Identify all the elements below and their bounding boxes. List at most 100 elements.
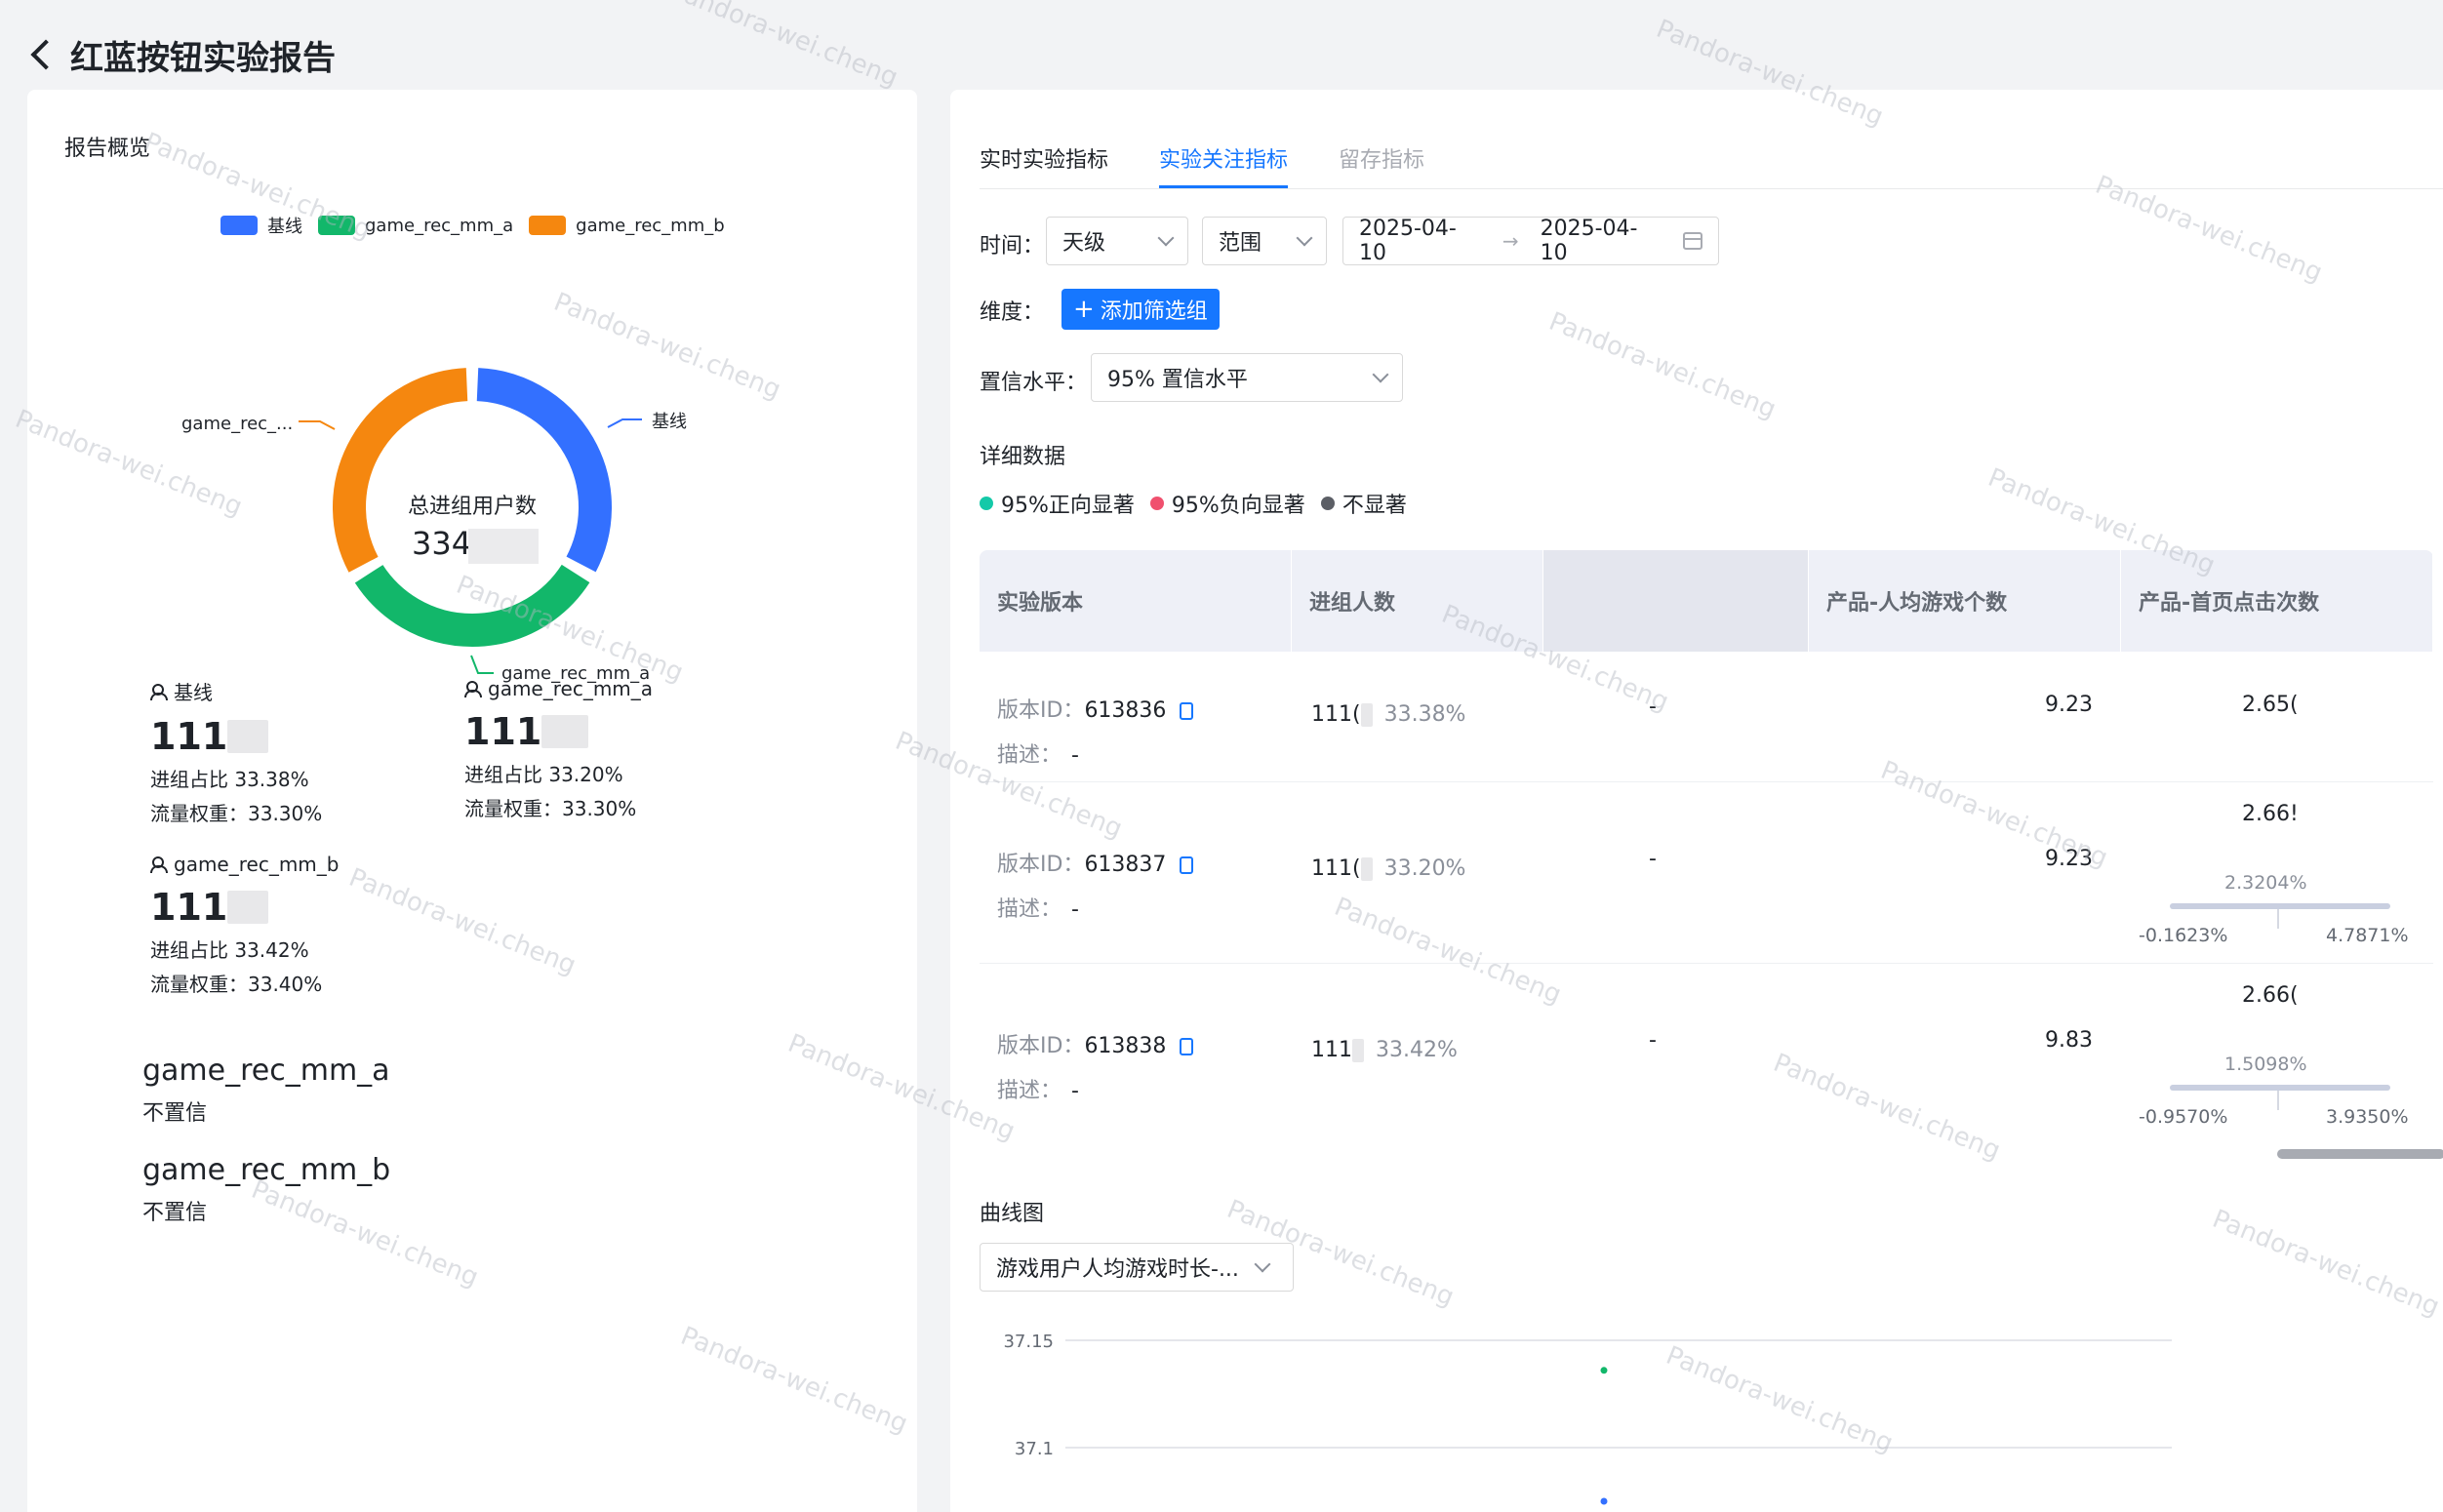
dot-icon — [1149, 497, 1164, 510]
col-redacted — [1543, 550, 1809, 652]
group-count: 111 — [464, 710, 542, 753]
legend-positive: 95%正向显著 — [980, 488, 1135, 519]
table-horizontal-scrollbar[interactable] — [2277, 1149, 2443, 1159]
arrow-right-icon: → — [1502, 229, 1519, 253]
copy-icon[interactable] — [1180, 856, 1194, 874]
redacted-block — [1360, 703, 1373, 727]
watermark: Pandora-wei.cheng — [666, 0, 902, 94]
group-weight: 流量权重：33.40% — [150, 973, 323, 996]
users-value: 111 — [1311, 1038, 1352, 1062]
back-arrow-icon[interactable] — [30, 39, 61, 70]
metric-select[interactable]: 游戏用户人均游戏时长-... — [980, 1243, 1294, 1292]
version-prefix: 版本ID： — [997, 853, 1085, 877]
legend-item-group-b[interactable]: game_rec_mm_b — [529, 213, 725, 238]
table-row: 版本ID：613837 描述： - 111(33.20% - 9.23 2.66!… — [980, 782, 2433, 964]
donut-chart: game_rec_... 基线 game_rec_mm_a 总进组用户数 334 — [181, 368, 687, 684]
table-header: 实验版本 进组人数 产品-人均游戏个数 产品-首页点击次数 — [980, 550, 2433, 652]
legend-item-group-a[interactable]: game_rec_mm_a — [318, 213, 513, 238]
confidence-status: 不置信 — [142, 1101, 208, 1126]
group-count: 111 — [150, 886, 228, 929]
version-desc: - — [1071, 897, 1079, 922]
time-label: 时间： — [980, 234, 1045, 259]
granularity-select[interactable]: 天级 — [1046, 217, 1188, 265]
games-cell: 9.83 — [1809, 964, 2121, 1147]
legend-item-baseline[interactable]: 基线 — [220, 213, 302, 238]
date-start[interactable]: 2025-04-10 — [1359, 217, 1481, 265]
label-line-b — [299, 420, 336, 430]
tab-realtime[interactable]: 实时实验指标 — [980, 142, 1108, 188]
donut-label-left: game_rec_... — [181, 414, 293, 434]
donut-legend: 基线 game_rec_mm_a game_rec_mm_b — [220, 213, 725, 238]
clicks-cell: 2.65( — [2121, 652, 2433, 781]
donut-label-right: 基线 — [652, 412, 687, 432]
chevron-down-icon — [1296, 229, 1313, 247]
date-range-picker[interactable]: 2025-04-10 → 2025-04-10 — [1342, 217, 1719, 265]
group-ratio: 进组占比 33.20% — [464, 763, 623, 786]
confidence-level-value: 95% 置信水平 — [1107, 368, 1248, 392]
user-group-icon — [150, 855, 168, 873]
curve-points — [1600, 1367, 1608, 1505]
copy-icon[interactable] — [1180, 1038, 1194, 1055]
user-group-icon — [150, 683, 168, 700]
group-ratio: 进组占比 33.38% — [150, 768, 309, 791]
version-cell: 版本ID：613836 描述： - — [980, 652, 1292, 781]
games-cell: 9.23 — [1809, 782, 2121, 963]
add-filter-button[interactable]: + 添加筛选组 — [1061, 289, 1220, 330]
group-card-baseline: 基线 111 进组占比 33.38% 流量权重：33.30% — [150, 677, 322, 826]
legend-label: 基线 — [267, 217, 302, 237]
legend-label: game_rec_mm_a — [365, 215, 514, 236]
group-weight: 流量权重：33.30% — [464, 797, 637, 820]
version-prefix: 版本ID： — [997, 1034, 1085, 1058]
col-home-clicks: 产品-首页点击次数 — [2121, 550, 2433, 652]
significance-legend: 95%正向显著 95%负向显著 不显著 — [980, 488, 1407, 519]
legend-label: 95%负向显著 — [1171, 494, 1305, 518]
add-filter-label: 添加筛选组 — [1100, 299, 1208, 324]
legend-swatch — [529, 216, 567, 235]
games-value: 9.23 — [2045, 847, 2093, 871]
curve-title: 曲线图 — [980, 1202, 1045, 1226]
ci-high-value: 3.9350% — [2326, 1106, 2409, 1128]
ci-high-value: 4.7871% — [2326, 925, 2409, 946]
group-name: game_rec_mm_a — [488, 677, 654, 700]
blank-cell: - — [1543, 652, 1809, 781]
users-cell: 111 33.42% — [1292, 964, 1543, 1147]
version-prefix: 版本ID： — [997, 698, 1085, 723]
group-name: 基线 — [174, 681, 213, 704]
granularity-value: 天级 — [1062, 231, 1106, 256]
tab-retention[interactable]: 留存指标 — [1339, 142, 1424, 188]
ci-low-value: -0.9570% — [2139, 1106, 2228, 1128]
curve-chart: 37.15 37.1 — [1003, 1332, 2172, 1505]
legend-swatch — [220, 216, 258, 235]
date-end[interactable]: 2025-04-10 — [1541, 217, 1662, 265]
range-type-value: 范围 — [1219, 231, 1262, 256]
redacted-block — [1352, 1039, 1364, 1062]
calendar-icon[interactable] — [1683, 232, 1703, 250]
col-users: 进组人数 — [1292, 550, 1543, 652]
clicks-cell: 2.66! 2.3204% -0.1623% 4.7871% — [2121, 782, 2433, 963]
users-cell: 111(33.20% — [1292, 782, 1543, 963]
users-value: 111( — [1311, 856, 1361, 881]
copy-icon[interactable] — [1180, 702, 1194, 720]
version-id: 613838 — [1084, 1034, 1167, 1058]
version-cell: 版本ID：613838 描述： - — [980, 964, 1292, 1147]
blank-value: - — [1649, 847, 1657, 871]
label-line-baseline — [607, 418, 642, 428]
donut-slice-group-a — [354, 564, 590, 647]
version-cell: 版本ID：613837 描述： - — [980, 782, 1292, 963]
ci-zero-tick — [2277, 1091, 2279, 1110]
user-group-icon — [464, 680, 482, 697]
version-id: 613836 — [1084, 698, 1167, 723]
dot-icon — [1320, 497, 1335, 510]
confidence-level-select[interactable]: 95% 置信水平 — [1091, 353, 1403, 402]
legend-negative: 95%负向显著 — [1149, 488, 1305, 519]
users-cell: 111( 33.38% — [1292, 652, 1543, 781]
tab-focus-metrics[interactable]: 实验关注指标 — [1159, 142, 1289, 188]
metric-select-value: 游戏用户人均游戏时长-... — [996, 1257, 1239, 1282]
range-type-select[interactable]: 范围 — [1202, 217, 1327, 265]
chevron-down-icon — [1157, 229, 1175, 247]
users-value: 111( — [1311, 702, 1361, 727]
plus-icon: + — [1073, 295, 1095, 324]
redacted-block — [468, 529, 539, 564]
chevron-down-icon — [1254, 1255, 1271, 1273]
users-share: 33.38% — [1383, 702, 1466, 727]
